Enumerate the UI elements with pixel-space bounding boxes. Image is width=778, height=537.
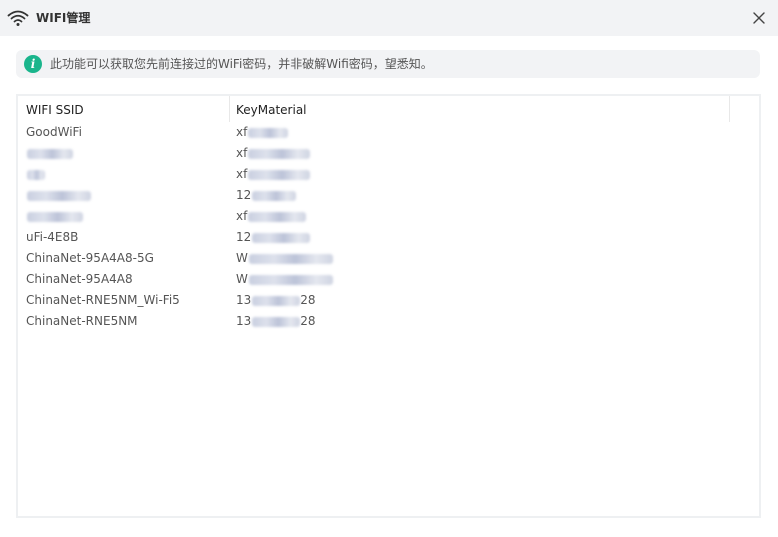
redacted-text — [248, 169, 311, 180]
cell-key-material: xf — [236, 124, 289, 140]
close-icon — [753, 12, 765, 24]
table-row[interactable]: xf — [18, 206, 759, 227]
title-bar: WIFI管理 — [0, 0, 778, 36]
cell-ssid — [26, 208, 83, 224]
cell-ssid: GoodWiFi — [26, 125, 82, 139]
table-row[interactable]: xf — [18, 143, 759, 164]
cell-ssid — [26, 187, 91, 203]
cell-key-material: W — [236, 271, 333, 287]
info-notice: i 此功能可以获取您先前连接过的WiFi密码，并非破解Wifi密码，望悉知。 — [16, 50, 760, 78]
cell-key-material: 12 — [236, 187, 297, 203]
redacted-text — [252, 295, 301, 306]
redacted-text — [27, 148, 73, 159]
table-body: GoodWiFi xf xf xf 12 xf uFi-4E8B 12 ChinaNet-95A… — [18, 122, 759, 332]
window-title: WIFI管理 — [36, 11, 91, 25]
table-row[interactable]: uFi-4E8B 12 — [18, 227, 759, 248]
table-header: WIFI SSID KeyMaterial — [18, 96, 759, 122]
redacted-text — [248, 274, 333, 285]
table-row[interactable]: ChinaNet-95A4A8-5G W — [18, 248, 759, 269]
cell-key-material: xf — [236, 166, 311, 182]
redacted-text — [248, 211, 307, 222]
redacted-text — [27, 190, 91, 201]
cell-ssid: uFi-4E8B — [26, 230, 79, 244]
cell-ssid: ChinaNet-RNE5NM — [26, 314, 138, 328]
cell-ssid: ChinaNet-95A4A8 — [26, 272, 133, 286]
redacted-text — [252, 232, 311, 243]
redacted-text — [252, 190, 297, 201]
cell-ssid: ChinaNet-RNE5NM_Wi-Fi5 — [26, 293, 180, 307]
table-row[interactable]: 12 — [18, 185, 759, 206]
redacted-text — [248, 148, 311, 159]
table-row[interactable]: xf — [18, 164, 759, 185]
redacted-text — [27, 169, 45, 180]
column-header-key[interactable]: KeyMaterial — [236, 102, 307, 118]
redacted-text — [248, 127, 289, 138]
cell-key-material: 12 — [236, 229, 311, 245]
column-header-ssid[interactable]: WIFI SSID — [26, 102, 84, 118]
cell-key-material: W — [236, 250, 333, 266]
redacted-text — [27, 211, 83, 222]
table-row[interactable]: ChinaNet-95A4A8 W — [18, 269, 759, 290]
info-icon: i — [24, 55, 42, 73]
cell-key-material: 13 28 — [236, 314, 316, 328]
table-row[interactable]: ChinaNet-RNE5NM_Wi-Fi5 13 28 — [18, 290, 759, 311]
cell-key-material: 13 28 — [236, 293, 316, 307]
table-row[interactable]: GoodWiFi xf — [18, 122, 759, 143]
wifi-icon — [7, 10, 29, 26]
cell-ssid — [26, 145, 73, 161]
close-button[interactable] — [750, 9, 768, 27]
column-divider[interactable] — [729, 96, 730, 122]
redacted-text — [252, 316, 301, 327]
cell-ssid: ChinaNet-95A4A8-5G — [26, 251, 154, 265]
cell-key-material: xf — [236, 145, 311, 161]
cell-key-material: xf — [236, 208, 307, 224]
redacted-text — [248, 253, 333, 264]
wifi-password-table: WIFI SSID KeyMaterial GoodWiFi xf xf xf 12 xf… — [16, 94, 761, 518]
table-row[interactable]: ChinaNet-RNE5NM 13 28 — [18, 311, 759, 332]
notice-text: 此功能可以获取您先前连接过的WiFi密码，并非破解Wifi密码，望悉知。 — [50, 57, 433, 71]
column-divider[interactable] — [229, 96, 230, 122]
cell-ssid — [26, 166, 45, 182]
